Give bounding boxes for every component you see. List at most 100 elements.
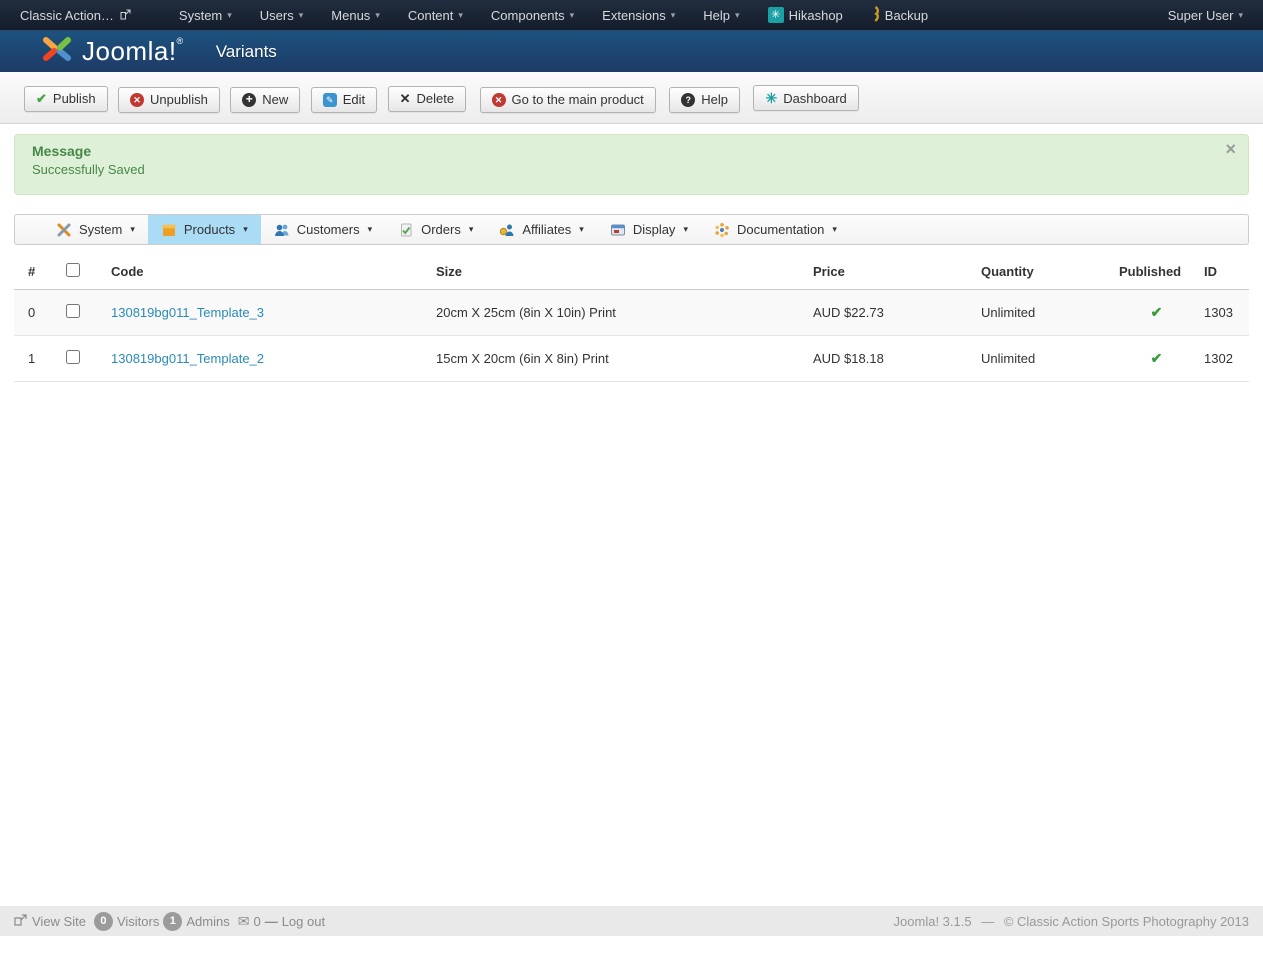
row-published: ✔ xyxy=(1114,290,1199,336)
column-select-all xyxy=(61,253,106,290)
button-label: New xyxy=(262,92,288,107)
help-button[interactable]: ? Help xyxy=(669,87,740,113)
hikamenu-item-products[interactable]: Products ▾ xyxy=(148,215,261,244)
chevron-down-icon: ▾ xyxy=(469,224,474,235)
chevron-down-icon: ▾ xyxy=(735,10,740,21)
row-price: AUD $22.73 xyxy=(808,290,976,336)
go-to-main-product-button[interactable]: ✕ Go to the main product xyxy=(480,87,656,113)
toolbar: ✔ Publish ✕ Unpublish + New ✎ Edit ✕ Del… xyxy=(0,72,1263,124)
topbar-menu-users[interactable]: Users ▾ xyxy=(246,0,317,30)
button-label: Help xyxy=(701,92,728,107)
button-label: Delete xyxy=(417,91,455,106)
messages-count: 0 xyxy=(253,914,260,929)
row-id: 1303 xyxy=(1199,290,1249,336)
menu-label: System xyxy=(179,8,222,23)
publish-button[interactable]: ✔ Publish xyxy=(24,86,108,112)
topbar-menu-components[interactable]: Components ▾ xyxy=(477,0,588,30)
envelope-icon: ✉ xyxy=(238,913,250,930)
footer-credits: Joomla! 3.1.5 — © Classic Action Sports … xyxy=(894,914,1249,929)
new-button[interactable]: + New xyxy=(230,87,300,113)
close-icon[interactable]: × xyxy=(1225,140,1236,158)
separator: — xyxy=(981,914,994,929)
column-published[interactable]: Published xyxy=(1114,253,1199,290)
hikamenu-item-customers[interactable]: Customers ▾ xyxy=(261,215,385,244)
external-link-icon xyxy=(120,8,131,23)
column-id[interactable]: ID xyxy=(1199,253,1249,290)
hikashop-label: Hikashop xyxy=(789,8,843,23)
logout-link[interactable]: Log out xyxy=(282,914,325,929)
column-quantity[interactable]: Quantity xyxy=(976,253,1114,290)
button-label: Unpublish xyxy=(150,92,208,107)
topbar-menu-system[interactable]: System ▾ xyxy=(165,0,246,30)
visitors-label: Visitors xyxy=(117,914,159,929)
row-size: 20cm X 25cm (8in X 10in) Print xyxy=(431,290,808,336)
select-all-checkbox[interactable] xyxy=(66,263,80,277)
view-site-label: View Site xyxy=(32,914,86,929)
variant-code-link[interactable]: 130819bg011_Template_2 xyxy=(111,351,264,366)
button-label: Dashboard xyxy=(783,91,847,106)
button-label: Publish xyxy=(53,91,96,106)
edit-icon: ✎ xyxy=(323,93,337,107)
admin-page: Classic Action… System ▾ Users ▾ Menus ▾… xyxy=(0,0,1263,964)
published-check-icon[interactable]: ✔ xyxy=(1151,350,1163,366)
unpublish-button[interactable]: ✕ Unpublish xyxy=(118,87,220,113)
display-icon xyxy=(610,222,626,238)
plus-icon: + xyxy=(242,93,256,107)
hikamenu-item-orders[interactable]: Orders ▾ xyxy=(385,215,486,244)
chevron-down-icon: ▾ xyxy=(299,10,304,21)
dashboard-button[interactable]: ✳ Dashboard xyxy=(753,85,858,111)
row-price: AUD $18.18 xyxy=(808,336,976,382)
menu-label: Affiliates xyxy=(522,222,571,237)
menu-label: Help xyxy=(703,8,730,23)
published-check-icon[interactable]: ✔ xyxy=(1151,304,1163,320)
status-bar: View Site 0 Visitors 1 Admins ✉ 0 — Log … xyxy=(0,906,1263,936)
menu-label: Content xyxy=(408,8,454,23)
topbar-menu-extensions[interactable]: Extensions ▾ xyxy=(588,0,689,30)
delete-button[interactable]: ✕ Delete xyxy=(388,86,466,112)
table-row: 0 130819bg011_Template_3 20cm X 25cm (8i… xyxy=(14,290,1249,336)
site-title-link[interactable]: Classic Action… xyxy=(20,8,131,23)
column-size[interactable]: Size xyxy=(431,253,808,290)
order-doc-icon xyxy=(398,222,414,238)
menu-label: Components xyxy=(491,8,565,23)
chevron-down-icon: ▾ xyxy=(130,224,135,235)
row-checkbox[interactable] xyxy=(66,350,80,364)
hikamenu-item-system[interactable]: System ▾ xyxy=(43,215,148,244)
user-menu[interactable]: Super User ▾ xyxy=(1168,8,1243,23)
chevron-down-icon: ▾ xyxy=(570,10,575,21)
user-label: Super User xyxy=(1168,8,1234,23)
topbar-menu-help[interactable]: Help ▾ xyxy=(689,0,753,30)
affiliate-icon xyxy=(499,222,515,238)
view-site-link[interactable]: View Site xyxy=(14,914,86,929)
admins-label: Admins xyxy=(186,914,229,929)
row-select xyxy=(61,336,106,382)
chevron-down-icon: ▾ xyxy=(243,224,248,235)
row-published: ✔ xyxy=(1114,336,1199,382)
row-num: 1 xyxy=(14,336,61,382)
chevron-down-icon: ▾ xyxy=(458,10,463,21)
hikamenu-item-affiliates[interactable]: Affiliates ▾ xyxy=(486,215,596,244)
topbar-hikashop-link[interactable]: ✳ Hikashop xyxy=(754,0,857,30)
success-message: × Message Successfully Saved xyxy=(14,134,1249,195)
topbar-menu-menus[interactable]: Menus ▾ xyxy=(317,0,394,30)
users-icon xyxy=(274,222,290,238)
delete-icon: ✕ xyxy=(400,91,411,107)
row-checkbox[interactable] xyxy=(66,304,80,318)
column-price[interactable]: Price xyxy=(808,253,976,290)
topbar-backup-link[interactable]: Backup xyxy=(857,0,942,30)
menu-label: Display xyxy=(633,222,676,237)
visitors-badge: 0 xyxy=(94,912,113,931)
chevron-down-icon: ▾ xyxy=(1238,10,1243,21)
message-title: Message xyxy=(32,143,1218,159)
edit-button[interactable]: ✎ Edit xyxy=(311,87,377,113)
column-code[interactable]: Code xyxy=(106,253,431,290)
topbar-menu-content[interactable]: Content ▾ xyxy=(394,0,477,30)
row-num: 0 xyxy=(14,290,61,336)
variant-code-link[interactable]: 130819bg011_Template_3 xyxy=(111,305,264,320)
chevron-down-icon: ▾ xyxy=(671,10,676,21)
menu-label: Products xyxy=(184,222,235,237)
hikamenu-item-display[interactable]: Display ▾ xyxy=(597,215,701,244)
chevron-down-icon: ▾ xyxy=(832,224,837,235)
backup-label: Backup xyxy=(885,8,928,23)
hikamenu-item-documentation[interactable]: Documentation ▾ xyxy=(701,215,850,244)
